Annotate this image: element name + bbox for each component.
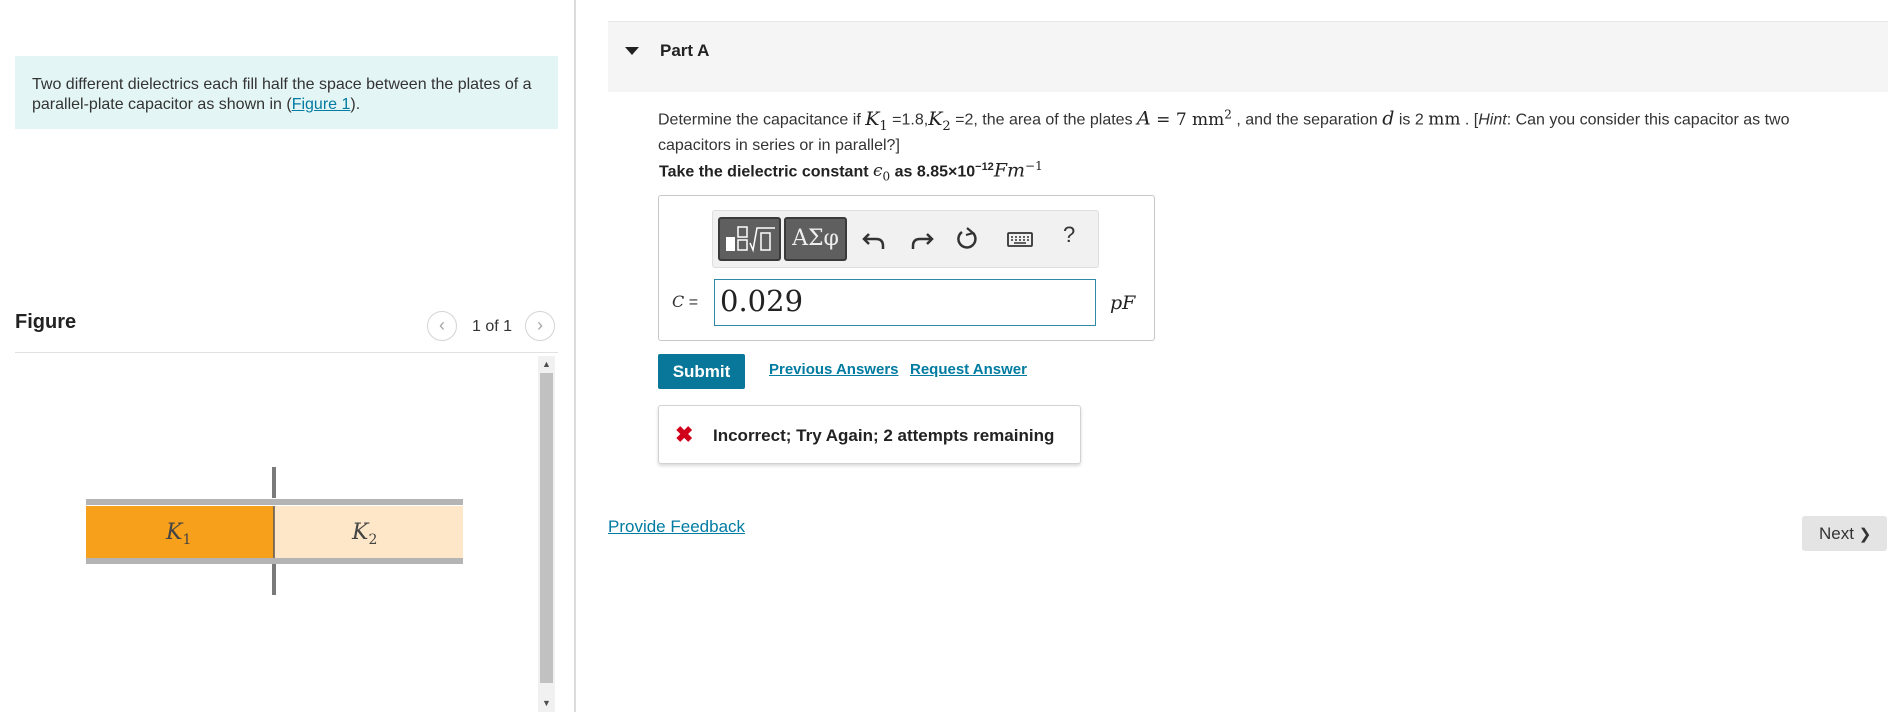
area-symbol: A: [1137, 107, 1151, 130]
help-button[interactable]: ?: [1063, 222, 1075, 248]
previous-answers-link[interactable]: Previous Answers: [769, 361, 899, 378]
k1-symbol: K1: [865, 107, 888, 134]
figure-title: Figure: [15, 311, 77, 333]
next-label: Next: [1819, 524, 1854, 543]
constant-unit-exponent: −1: [1025, 159, 1043, 173]
answer-box: ΑΣφ ? C = 0.029 pF: [658, 195, 1155, 341]
epsilon-symbol: ϵ0: [873, 161, 891, 184]
feedback-text: Incorrect; Try Again; 2 attempts remaini…: [713, 426, 1055, 445]
constant-prefix: Take the dielectric constant: [659, 163, 873, 181]
chevron-right-icon: ❯: [1858, 526, 1872, 543]
constant-exponent: −12: [975, 161, 994, 173]
constant-value: as 8.85×10: [890, 163, 976, 181]
intro-text-end: ).: [350, 96, 361, 113]
separation-value: is 2: [1394, 111, 1429, 129]
question-segment: . [: [1460, 111, 1479, 129]
area-value: = 7 mm2: [1150, 107, 1232, 130]
scrollbar-thumb[interactable]: [540, 373, 553, 683]
undo-icon[interactable]: [861, 225, 889, 253]
bottom-plate: [86, 558, 463, 564]
panel-divider: [574, 0, 576, 712]
hint-label: Hint: [1478, 111, 1507, 129]
dielectric-constant-note: Take the dielectric constant ϵ0 as 8.85×…: [659, 159, 1043, 184]
capacitor-diagram: K1 K2: [86, 467, 463, 595]
prev-figure-button[interactable]: ‹: [427, 311, 457, 341]
problem-intro: Two different dielectrics each fill half…: [15, 56, 558, 129]
math-toolbar: ΑΣφ ?: [712, 210, 1099, 268]
figure-divider: [15, 352, 558, 353]
reset-icon[interactable]: [953, 225, 981, 253]
next-figure-button[interactable]: ›: [525, 311, 555, 341]
question-segment: , and the separation: [1231, 111, 1383, 129]
incorrect-x-icon: ✖: [675, 422, 694, 447]
part-title: Part A: [660, 41, 710, 60]
redo-icon[interactable]: [907, 225, 935, 253]
collapse-caret-icon[interactable]: [625, 47, 639, 55]
provide-feedback-link[interactable]: Provide Feedback: [608, 517, 745, 537]
figure-scrollbar[interactable]: ▲ ▼: [538, 356, 555, 712]
constant-unit: Fm: [993, 159, 1026, 182]
pager-text: 1 of 1: [472, 318, 513, 335]
greek-symbols-button[interactable]: ΑΣφ: [784, 217, 847, 261]
chevron-right-icon: ›: [537, 315, 543, 335]
chevron-left-icon: ‹: [439, 315, 445, 335]
next-button[interactable]: Next ❯: [1802, 516, 1887, 551]
figure-pager: ‹ 1 of 1 ›: [427, 311, 558, 341]
answer-input[interactable]: 0.029: [714, 279, 1096, 326]
separation-unit: mm: [1428, 109, 1461, 130]
k2-symbol: K2: [928, 107, 951, 134]
question-text: Determine the capacitance if K1 =1.8,K2 …: [658, 104, 1858, 156]
request-answer-link[interactable]: Request Answer: [910, 361, 1027, 378]
question-segment: Determine the capacitance if: [658, 111, 866, 129]
k1-value: =1.8,: [887, 111, 929, 129]
submit-button[interactable]: Submit: [658, 354, 745, 389]
answer-unit: pF: [1110, 292, 1136, 314]
answer-variable-label: C =: [672, 292, 699, 311]
separation-symbol: d: [1382, 107, 1395, 130]
top-plate: [86, 499, 463, 505]
intro-text: Two different dielectrics each fill half…: [32, 76, 532, 113]
k2-value: =2, the area of the plates: [950, 111, 1138, 129]
templates-icon: [726, 226, 775, 253]
feedback-message: ✖ Incorrect; Try Again; 2 attempts remai…: [658, 405, 1081, 464]
figure-link[interactable]: Figure 1: [292, 96, 351, 113]
templates-button[interactable]: [718, 217, 781, 261]
keyboard-icon[interactable]: [1005, 225, 1035, 253]
scroll-up-arrow-icon[interactable]: ▲: [538, 356, 555, 373]
page: Two different dielectrics each fill half…: [0, 0, 1902, 712]
part-header[interactable]: Part A: [608, 21, 1888, 92]
scroll-down-arrow-icon[interactable]: ▼: [538, 695, 555, 712]
